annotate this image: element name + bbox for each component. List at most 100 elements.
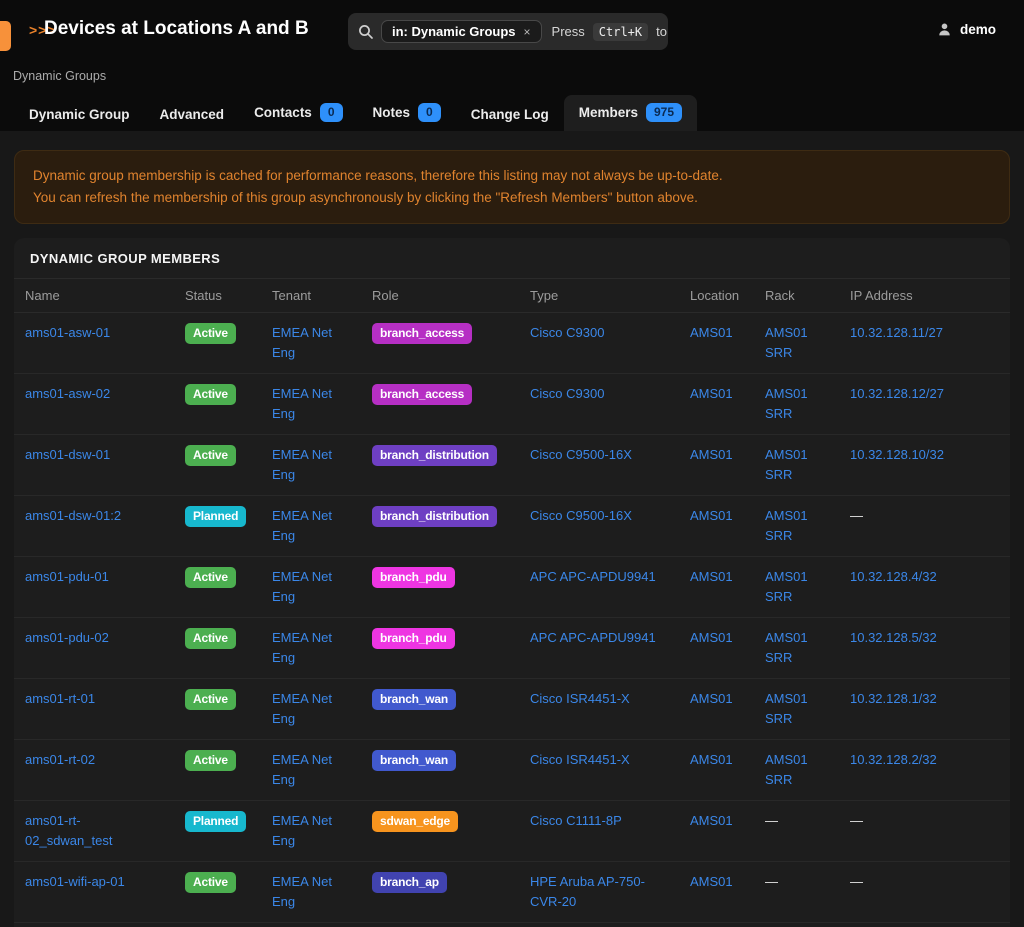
rack-link[interactable]: AMS01 SRR [765, 447, 808, 482]
role-badge[interactable]: branch_distribution [372, 506, 497, 527]
device-type-link[interactable]: Cisco C1111-8P [530, 813, 622, 828]
ip-cell: 10.32.128.1/32 [839, 679, 1010, 740]
location-link[interactable]: AMS01 [690, 508, 733, 523]
ip-address-link[interactable]: 10.32.128.4/32 [850, 569, 937, 584]
tab-members[interactable]: Members975 [564, 95, 697, 131]
ip-address-link[interactable]: 10.32.128.5/32 [850, 630, 937, 645]
tab-advanced[interactable]: Advanced [145, 99, 240, 131]
rack-link[interactable]: AMS01 SRR [765, 386, 808, 421]
column-header-rack[interactable]: Rack [754, 279, 839, 313]
ip-cell: 10.32.128.11/27 [839, 313, 1010, 374]
location-link[interactable]: AMS01 [690, 447, 733, 462]
location-link[interactable]: AMS01 [690, 386, 733, 401]
device-type-link[interactable]: APC APC-APDU9941 [530, 630, 656, 645]
tenant-link[interactable]: EMEA Net Eng [272, 752, 332, 787]
ip-address-link[interactable]: 10.32.128.1/32 [850, 691, 937, 706]
rack-link[interactable]: AMS01 SRR [765, 691, 808, 726]
location-link[interactable]: AMS01 [690, 813, 733, 828]
device-type-link[interactable]: Cisco C9500-16X [530, 508, 632, 523]
tab-label: Notes [373, 105, 411, 120]
ip-address-link[interactable]: 10.32.128.10/32 [850, 447, 944, 462]
ip-address-link[interactable]: 10.32.128.11/27 [850, 325, 943, 340]
rack-link[interactable]: AMS01 SRR [765, 508, 808, 543]
rack-link[interactable]: AMS01 SRR [765, 569, 808, 604]
tenant-link[interactable]: EMEA Net Eng [272, 630, 332, 665]
tab-change-log[interactable]: Change Log [456, 99, 564, 131]
global-search-input[interactable]: in: Dynamic Groups × Press Ctrl+K to se [348, 13, 668, 50]
search-icon [358, 24, 374, 40]
tab-notes[interactable]: Notes0 [358, 95, 456, 131]
remove-scope-icon[interactable]: × [524, 25, 531, 39]
location-link[interactable]: AMS01 [690, 691, 733, 706]
device-type-link[interactable]: HPE Aruba AP-750-CVR-20 [530, 874, 645, 909]
ip-address-link[interactable]: 10.32.128.12/27 [850, 386, 944, 401]
device-type-link[interactable]: APC APC-APDU9941 [530, 569, 656, 584]
column-header-status[interactable]: Status [174, 279, 261, 313]
role-badge[interactable]: branch_wan [372, 689, 456, 710]
ip-cell: — [839, 496, 1010, 557]
tenant-link[interactable]: EMEA Net Eng [272, 813, 332, 848]
location-link[interactable]: AMS01 [690, 569, 733, 584]
empty-value: — [850, 874, 863, 889]
tenant-link[interactable]: EMEA Net Eng [272, 691, 332, 726]
status-badge: Planned [185, 811, 246, 832]
column-header-ip-address[interactable]: IP Address [839, 279, 1010, 313]
table-row: ams01-dsw-01 Active EMEA Net Eng branch_… [14, 435, 1010, 496]
user-menu[interactable]: demo [937, 22, 996, 37]
column-header-type[interactable]: Type [519, 279, 679, 313]
device-name-link[interactable]: ams01-rt-01 [25, 691, 95, 706]
device-name-link[interactable]: ams01-dsw-01:2 [25, 508, 121, 523]
device-name-link[interactable]: ams01-wifi-ap-01 [25, 874, 125, 889]
ip-address-link[interactable]: 10.32.128.2/32 [850, 752, 937, 767]
device-name-link[interactable]: ams01-dsw-01 [25, 447, 110, 462]
location-link[interactable]: AMS01 [690, 325, 733, 340]
rack-link[interactable]: AMS01 SRR [765, 630, 808, 665]
tenant-link[interactable]: EMEA Net Eng [272, 508, 332, 543]
tab-label: Members [579, 105, 638, 120]
status-badge: Active [185, 750, 236, 771]
device-name-link[interactable]: ams01-rt-02_sdwan_test [25, 813, 112, 848]
tab-bar: Dynamic GroupAdvancedContacts0Notes0Chan… [14, 95, 697, 131]
tab-dynamic-group[interactable]: Dynamic Group [14, 99, 145, 131]
device-type-link[interactable]: Cisco C9500-16X [530, 447, 632, 462]
role-badge[interactable]: branch_access [372, 384, 472, 405]
device-type-link[interactable]: Cisco C9300 [530, 325, 604, 340]
location-link[interactable]: AMS01 [690, 630, 733, 645]
tenant-link[interactable]: EMEA Net Eng [272, 447, 332, 482]
tenant-link[interactable]: EMEA Net Eng [272, 386, 332, 421]
role-badge[interactable]: branch_access [372, 323, 472, 344]
role-badge[interactable]: sdwan_edge [372, 811, 458, 832]
status-badge: Active [185, 323, 236, 344]
device-name-link[interactable]: ams01-pdu-02 [25, 630, 109, 645]
role-badge[interactable]: branch_wan [372, 750, 456, 771]
location-link[interactable]: AMS01 [690, 752, 733, 767]
device-name-link[interactable]: ams01-pdu-01 [25, 569, 109, 584]
device-name-link[interactable]: ams01-asw-01 [25, 325, 110, 340]
tab-contacts[interactable]: Contacts0 [239, 95, 357, 131]
device-type-link[interactable]: Cisco ISR4451-X [530, 752, 630, 767]
tenant-link[interactable]: EMEA Net Eng [272, 874, 332, 909]
table-row: ams01-dsw-01:2 Planned EMEA Net Eng bran… [14, 496, 1010, 557]
device-name-link[interactable]: ams01-asw-02 [25, 386, 110, 401]
column-header-name[interactable]: Name [14, 279, 174, 313]
rack-cell: — [754, 801, 839, 862]
location-link[interactable]: AMS01 [690, 874, 733, 889]
device-type-link[interactable]: Cisco ISR4451-X [530, 691, 630, 706]
role-badge[interactable]: branch_ap [372, 872, 447, 893]
column-header-location[interactable]: Location [679, 279, 754, 313]
role-badge[interactable]: branch_pdu [372, 567, 455, 588]
card-title: DYNAMIC GROUP MEMBERS [14, 238, 1010, 279]
tenant-link[interactable]: EMEA Net Eng [272, 325, 332, 360]
column-header-tenant[interactable]: Tenant [261, 279, 361, 313]
device-name-link[interactable]: ams01-rt-02 [25, 752, 95, 767]
rack-link[interactable]: AMS01 SRR [765, 752, 808, 787]
tenant-link[interactable]: EMEA Net Eng [272, 569, 332, 604]
rack-link[interactable]: AMS01 SRR [765, 325, 808, 360]
sidebar-toggle-tab[interactable] [0, 21, 11, 51]
role-badge[interactable]: branch_distribution [372, 445, 497, 466]
device-type-link[interactable]: Cisco C9300 [530, 386, 604, 401]
search-scope-token[interactable]: in: Dynamic Groups × [381, 20, 542, 43]
column-header-role[interactable]: Role [361, 279, 519, 313]
role-badge[interactable]: branch_pdu [372, 628, 455, 649]
breadcrumb[interactable]: Dynamic Groups [13, 69, 106, 83]
